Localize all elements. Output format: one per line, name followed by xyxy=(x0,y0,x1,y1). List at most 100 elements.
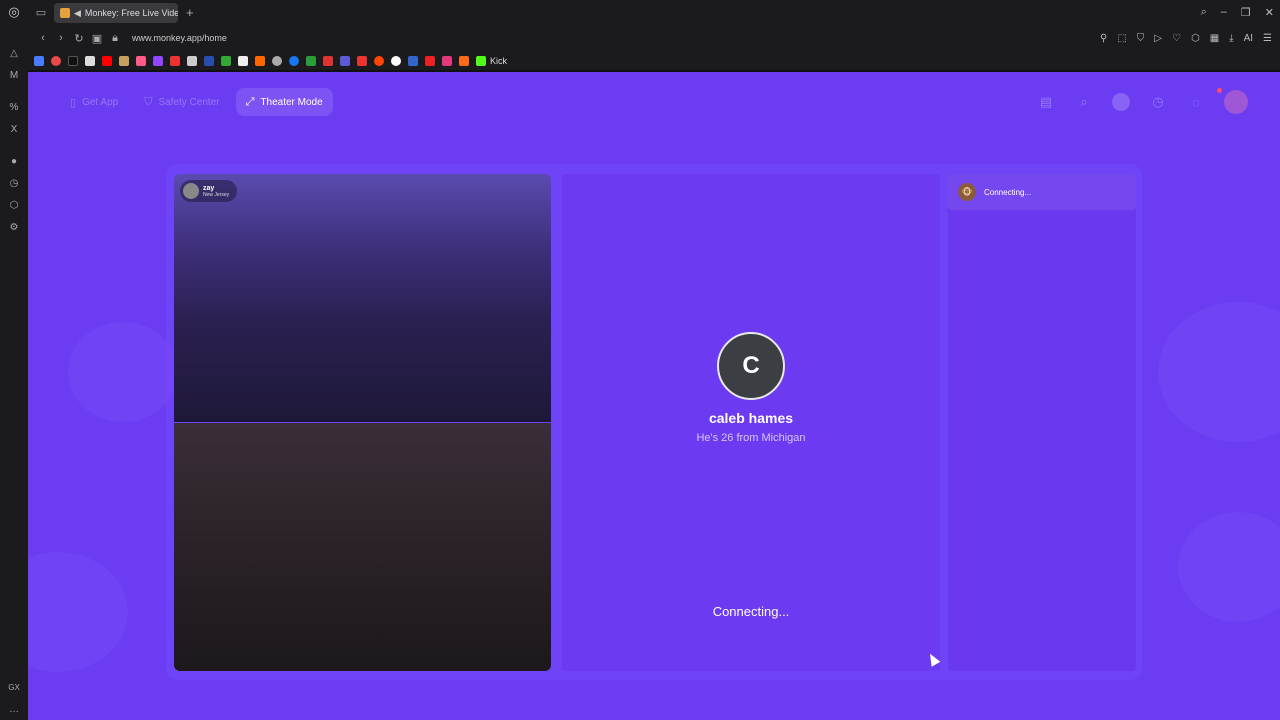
chat-icon[interactable]: ◌ xyxy=(1186,92,1206,112)
theater-mode-label: Theater Mode xyxy=(260,96,323,108)
bookmark-orange-icon[interactable] xyxy=(459,56,469,66)
bookmark-pinterest-icon[interactable] xyxy=(170,56,180,66)
theater-mode-button[interactable]: ⤢ Theater Mode xyxy=(235,88,333,116)
bookmark-x-icon[interactable] xyxy=(238,56,248,66)
reload-icon[interactable]: ↻ xyxy=(70,32,88,45)
profile-avatar[interactable] xyxy=(1224,90,1248,114)
bookmark-maps-icon[interactable] xyxy=(306,56,316,66)
bookmark-white-icon[interactable] xyxy=(391,56,401,66)
bookmark-star-icon[interactable] xyxy=(323,56,333,66)
sidebar-percent-icon[interactable]: % xyxy=(0,96,28,118)
download-icon[interactable]: ⤓ xyxy=(1229,33,1233,44)
sidebar-settings-icon[interactable]: ⚙ xyxy=(0,216,28,238)
bookmark-eye-icon[interactable] xyxy=(408,56,418,66)
bookmark-tiktok-icon[interactable] xyxy=(68,56,78,66)
opera-gx-logo-icon[interactable]: ◎ xyxy=(0,0,28,24)
tab-title: Monkey: Free Live Vide xyxy=(84,8,178,18)
speaker-icon[interactable]: ◀ xyxy=(74,8,81,19)
address-bar: ‹ › ↻ ▣ 🔒︎ www.monkey.app/home ⚲ ⬚ ⛉ ▷ ♡… xyxy=(28,24,1280,52)
sidebar-extensions-icon[interactable]: ⬡ xyxy=(0,194,28,216)
phone-icon: ▯ xyxy=(70,96,77,109)
bookmark-doc-icon[interactable] xyxy=(85,56,95,66)
match-avatar: C xyxy=(717,332,785,400)
browser-tab[interactable]: ◀ Monkey: Free Live Vide xyxy=(54,3,178,23)
bookmark-v-icon[interactable] xyxy=(340,56,350,66)
search-icon[interactable]: ⌕ xyxy=(1074,92,1094,112)
play-icon[interactable]: ▷ xyxy=(1154,33,1162,44)
sidebar-gx-label[interactable]: GX xyxy=(0,676,28,698)
safety-center-label: Safety Center xyxy=(158,96,220,108)
monkey-favicon-icon xyxy=(60,8,70,18)
menu-icon[interactable]: ☰ xyxy=(1263,33,1272,44)
new-tab-icon[interactable]: + xyxy=(186,5,194,20)
profile-icon[interactable]: ▦ xyxy=(1210,33,1219,44)
bookmarks-bar: Kick xyxy=(28,52,1280,70)
bg-blob xyxy=(1158,302,1280,442)
forward-icon[interactable]: › xyxy=(52,32,70,44)
extensions-icon[interactable]: ⬡ xyxy=(1191,33,1200,44)
sidebar-x-icon[interactable]: X xyxy=(0,118,28,140)
sidebar-m-icon[interactable]: M xyxy=(0,64,28,86)
sidebar-aria-icon[interactable]: △ xyxy=(0,42,28,64)
pin-icon[interactable]: ⚲ xyxy=(1100,33,1107,44)
get-app-button[interactable]: ▯ Get App xyxy=(60,88,128,116)
monkey-page: ▯ Get App ⛉ Safety Center ⤢ Theater Mode… xyxy=(28,72,1280,720)
bg-blob xyxy=(1178,512,1280,622)
bookmark-kick-icon[interactable] xyxy=(476,56,486,66)
top-right-icons: ▤ ⌕ ◷ ◌ xyxy=(1036,90,1248,114)
bg-blob xyxy=(28,552,128,672)
shield-icon: ⛉ xyxy=(144,95,153,108)
self-camera-video xyxy=(174,423,551,671)
ai-icon[interactable]: AI xyxy=(1244,33,1253,44)
shield-icon[interactable]: ⛉ xyxy=(1137,33,1145,44)
snapshot-icon[interactable]: ⬚ xyxy=(1117,33,1126,44)
side-status-row: 🐵︎ Connecting... xyxy=(948,174,1136,210)
expand-icon: ⤢ xyxy=(245,95,255,108)
bookmark-h-icon[interactable] xyxy=(221,56,231,66)
side-panel: 🐵︎ Connecting... xyxy=(948,174,1136,671)
bookmark-kick-label[interactable]: Kick xyxy=(490,56,507,66)
tab-switcher-icon[interactable]: ▭ xyxy=(28,0,54,24)
side-status-text: Connecting... xyxy=(984,187,1032,197)
sidebar-more-icon[interactable]: … xyxy=(0,698,28,720)
search-tabs-icon[interactable]: ⌕ xyxy=(1201,6,1207,19)
bookmark-twitch-icon[interactable] xyxy=(153,56,163,66)
safety-center-button[interactable]: ⛉ Safety Center xyxy=(134,88,229,116)
history-icon[interactable]: ◷ xyxy=(1148,92,1168,112)
bookmark-youtube-icon[interactable] xyxy=(102,56,112,66)
bookmark-chat-icon[interactable] xyxy=(187,56,197,66)
user-badge[interactable]: zay New Jersey xyxy=(180,180,238,202)
sidebar-music-icon[interactable]: ● xyxy=(0,150,28,172)
bookmark-discord-icon[interactable] xyxy=(34,56,44,66)
heart-icon[interactable]: ♡ xyxy=(1172,33,1181,44)
bookmark-fire-icon[interactable] xyxy=(255,56,265,66)
connecting-status: Connecting... xyxy=(712,604,790,619)
globe-icon[interactable] xyxy=(1112,93,1130,111)
bookmark-chrome-icon[interactable] xyxy=(51,56,61,66)
back-icon[interactable]: ‹ xyxy=(34,32,52,44)
url-field[interactable]: www.monkey.app/home xyxy=(132,33,227,43)
restore-icon[interactable]: ❐ xyxy=(1241,6,1251,19)
bookmark-misc-icon[interactable] xyxy=(119,56,129,66)
lock-icon: 🔒︎ xyxy=(112,31,118,44)
user-name: zay xyxy=(203,184,215,192)
top-nav: ▯ Get App ⛉ Safety Center ⤢ Theater Mode xyxy=(60,88,333,116)
bookmark-s-icon[interactable] xyxy=(357,56,367,66)
bookmark-pink-icon[interactable] xyxy=(442,56,452,66)
minimize-icon[interactable]: – xyxy=(1221,6,1227,18)
match-subtitle: He's 26 from Michigan xyxy=(696,432,806,444)
browser-sidebar: △ M % X ● ◷ ⬡ ⚙ GX … xyxy=(0,24,28,720)
bookmark-reddit-icon[interactable] xyxy=(374,56,384,66)
bookmark-blue-icon[interactable] xyxy=(204,56,214,66)
browser-tab-bar: ◎ ▭ ◀ Monkey: Free Live Vide + ⌕ – ❐ ✕ xyxy=(0,0,1280,24)
bookmark-instagram-icon[interactable] xyxy=(136,56,146,66)
camera-icon[interactable]: ▣ xyxy=(88,32,106,45)
match-name: caleb hames xyxy=(708,410,794,426)
bookmark-facebook-icon[interactable] xyxy=(289,56,299,66)
close-window-icon[interactable]: ✕ xyxy=(1265,6,1274,19)
get-app-label: Get App xyxy=(82,96,119,108)
bookmark-g-icon[interactable] xyxy=(272,56,282,66)
store-icon[interactable]: ▤ xyxy=(1036,92,1056,112)
bookmark-red-icon[interactable] xyxy=(425,56,435,66)
sidebar-history-icon[interactable]: ◷ xyxy=(0,172,28,194)
